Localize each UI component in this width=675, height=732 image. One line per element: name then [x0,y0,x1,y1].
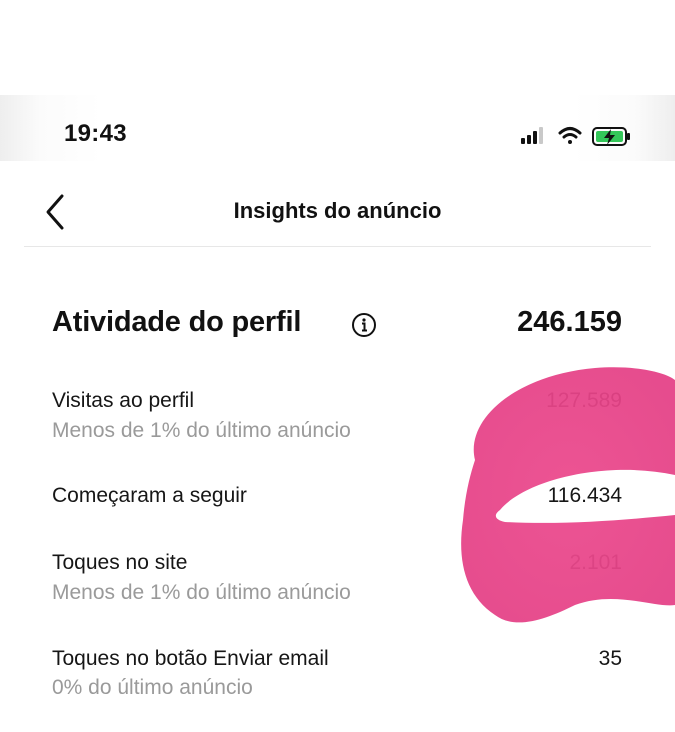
metric-label-website-taps: Toques no site [52,551,188,574]
navigation-bar: Insights do anúncio [24,176,651,247]
metric-sub-website-taps: Menos de 1% do último anúncio [52,581,351,604]
metric-label-profile-visits: Visitas ao perfil [52,389,195,412]
status-time: 19:43 [64,120,127,147]
battery-charging-icon [592,127,630,146]
page-title: Insights do anúncio [233,198,442,223]
metric-value-email-taps: 35 [598,647,622,670]
wifi-icon [558,127,582,144]
metric-sub-email-taps: 0% do último anúncio [52,676,253,699]
metric-value-website-taps: 2.101 [569,551,622,574]
section-title: Atividade do perfil [52,306,302,338]
metric-sub-profile-visits: Menos de 1% do último anúncio [52,419,351,442]
status-icons [521,127,630,146]
metric-label-email-taps: Toques no botão Enviar email [52,647,329,670]
ad-insights-screen: 19:43 Insights do anúncio Atividade do p… [0,0,675,732]
metric-label-new-followers: Começaram a seguir [52,484,247,507]
metric-value-new-followers: 116.434 [547,484,622,507]
info-icon[interactable] [351,312,377,338]
section-total: 246.159 [517,306,622,338]
metric-value-profile-visits: 127.589 [546,389,622,412]
signal-icon [521,127,543,144]
